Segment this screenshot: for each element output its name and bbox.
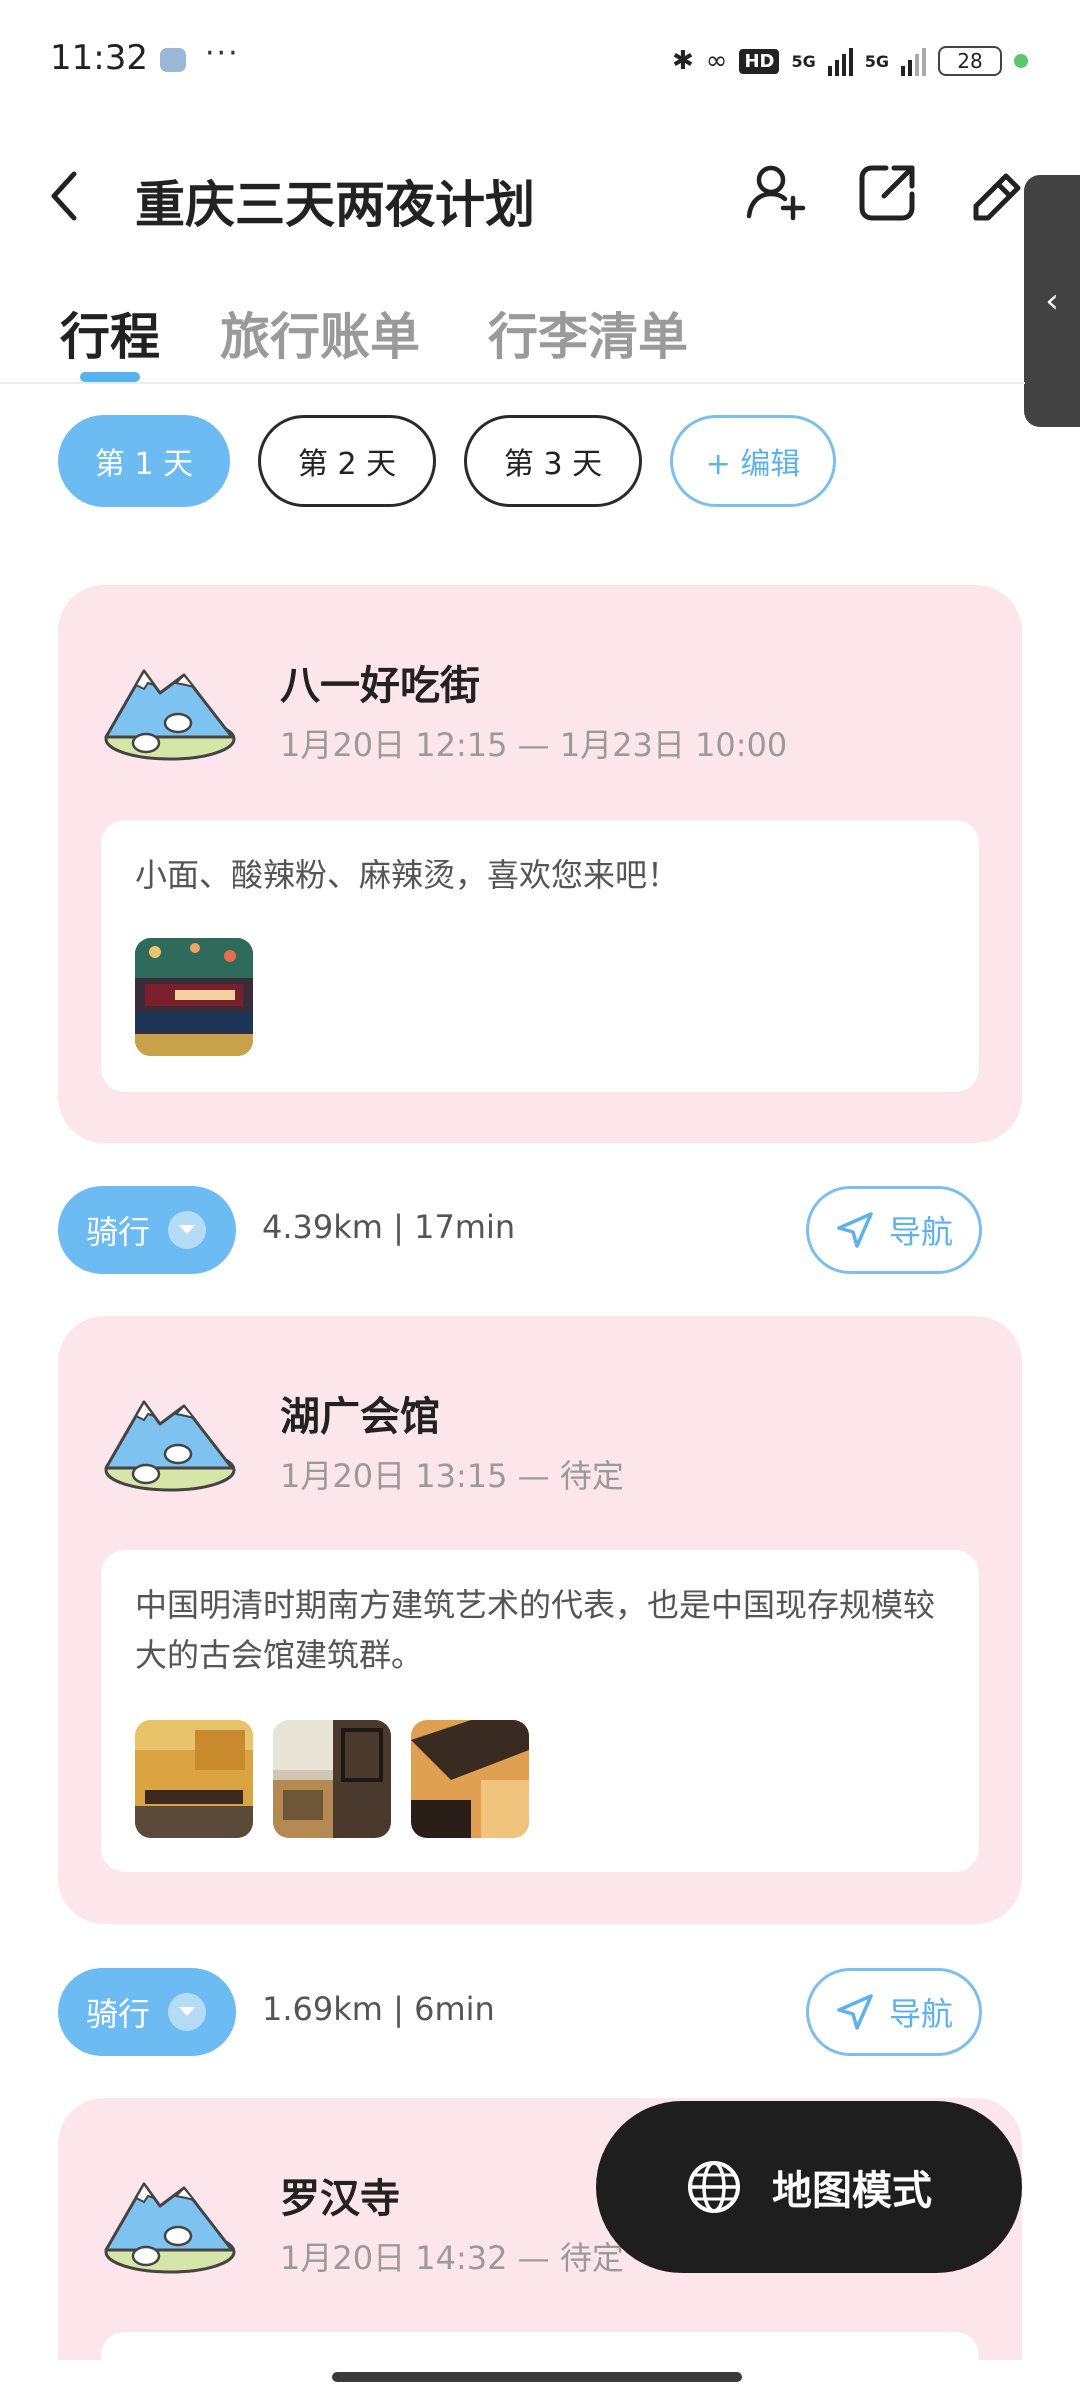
navigation-arrow-icon	[837, 1994, 873, 2030]
link-icon: ∞	[705, 46, 728, 76]
separator: |	[393, 1208, 415, 1246]
map-mode-button[interactable]: 地图模式	[596, 2101, 1022, 2273]
chevron-left-icon: ‹	[1045, 281, 1059, 321]
bluetooth-icon: ✱	[671, 46, 694, 76]
home-indicator[interactable]	[332, 2372, 742, 2382]
edit-days-button[interactable]: + 编辑	[670, 415, 836, 507]
signal-icon-1	[827, 46, 853, 76]
place-description: 小面、酸辣粉、麻辣烫，喜欢您来吧！	[135, 856, 680, 894]
side-panel-handle[interactable]: ‹	[1024, 175, 1080, 427]
place-time: 1月20日 12:15 — 1月23日 10:00	[280, 726, 788, 764]
network-type-2: 5G	[864, 51, 889, 71]
travel-mode-label: 骑行	[86, 1995, 151, 2033]
navigation-arrow-icon	[837, 1212, 873, 1248]
divider	[0, 382, 1025, 384]
stop-card[interactable]: 八一好吃街 1月20日 12:15 — 1月23日 10:00 小面、酸辣粉、麻…	[58, 585, 1022, 1143]
mountain-icon	[104, 1400, 236, 1492]
navigate-button[interactable]: 导航	[806, 1968, 982, 2056]
hd-voice-icon: HD	[739, 48, 780, 74]
day-chip-1[interactable]: 第 1 天	[58, 415, 230, 507]
tab-packing-list[interactable]: 行李清单	[488, 297, 688, 369]
travel-mode-label: 骑行	[86, 1213, 151, 1251]
share-icon[interactable]	[856, 160, 920, 224]
app-notification-icon	[160, 48, 186, 72]
signal-icon-2	[901, 46, 926, 76]
place-time: 1月20日 14:32 — 待定	[280, 2239, 624, 2277]
mountain-icon	[104, 669, 236, 761]
chevron-down-icon	[168, 1211, 207, 1249]
back-arrow-icon[interactable]	[44, 166, 88, 226]
place-photo[interactable]	[411, 1720, 529, 1838]
place-photo[interactable]	[273, 1720, 391, 1838]
page-title: 重庆三天两夜计划	[135, 176, 535, 234]
day-chip-3[interactable]: 第 3 天	[464, 415, 642, 507]
place-name: 罗汉寺	[280, 2176, 400, 2222]
leg-duration: 17min	[414, 1208, 516, 1246]
description-box: 中国明清时期南方建筑艺术的代表，也是中国现存规模较大的古会馆建筑群。	[101, 1550, 979, 1872]
separator: |	[393, 1990, 415, 2028]
globe-icon	[688, 2161, 740, 2213]
place-name: 湖广会馆	[280, 1394, 440, 1440]
place-photo[interactable]	[135, 938, 253, 1056]
navigate-label: 导航	[888, 1213, 953, 1251]
travel-mode-selector[interactable]: 骑行	[58, 1968, 236, 2056]
map-mode-label: 地图模式	[772, 2168, 932, 2214]
leg-distance-duration: 4.39km | 17min	[262, 1208, 515, 1246]
tab-travel-bill[interactable]: 旅行账单	[220, 297, 420, 369]
navigate-button[interactable]: 导航	[806, 1186, 982, 1274]
place-photo[interactable]	[135, 1720, 253, 1838]
place-name: 八一好吃街	[280, 663, 480, 709]
tab-active-indicator	[80, 372, 140, 382]
chevron-down-icon	[168, 1993, 207, 2031]
edit-pencil-icon[interactable]	[966, 160, 1030, 224]
travel-mode-selector[interactable]: 骑行	[58, 1186, 236, 1274]
mountain-icon	[104, 2182, 236, 2274]
add-member-icon[interactable]	[745, 160, 809, 224]
status-bar: 11:32 ··· ✱ ∞ HD 5G 5G 28	[0, 0, 1080, 120]
day-chip-2[interactable]: 第 2 天	[258, 415, 436, 507]
status-time: 11:32	[50, 38, 148, 78]
leg-distance: 4.39km	[262, 1208, 383, 1246]
leg-distance-duration: 1.69km | 6min	[262, 1990, 495, 2028]
privacy-indicator-icon	[1014, 54, 1028, 68]
navigate-label: 导航	[888, 1995, 953, 2033]
description-box: 小面、酸辣粉、麻辣烫，喜欢您来吧！	[101, 820, 979, 1092]
status-icons: ✱ ∞ HD 5G 5G 28	[672, 36, 1028, 86]
network-type-1: 5G	[791, 51, 816, 71]
leg-distance: 1.69km	[262, 1990, 383, 2028]
place-time: 1月20日 13:15 — 待定	[280, 1457, 624, 1495]
tab-itinerary[interactable]: 行程	[60, 297, 160, 369]
leg-duration: 6min	[414, 1990, 495, 2028]
stop-card[interactable]: 湖广会馆 1月20日 13:15 — 待定 中国明清时期南方建筑艺术的代表，也是…	[58, 1316, 1022, 1924]
battery-icon: 28	[938, 46, 1002, 76]
place-description: 中国明清时期南方建筑艺术的代表，也是中国现存规模较大的古会馆建筑群。	[135, 1586, 936, 1674]
more-notifications-icon: ···	[205, 36, 240, 71]
